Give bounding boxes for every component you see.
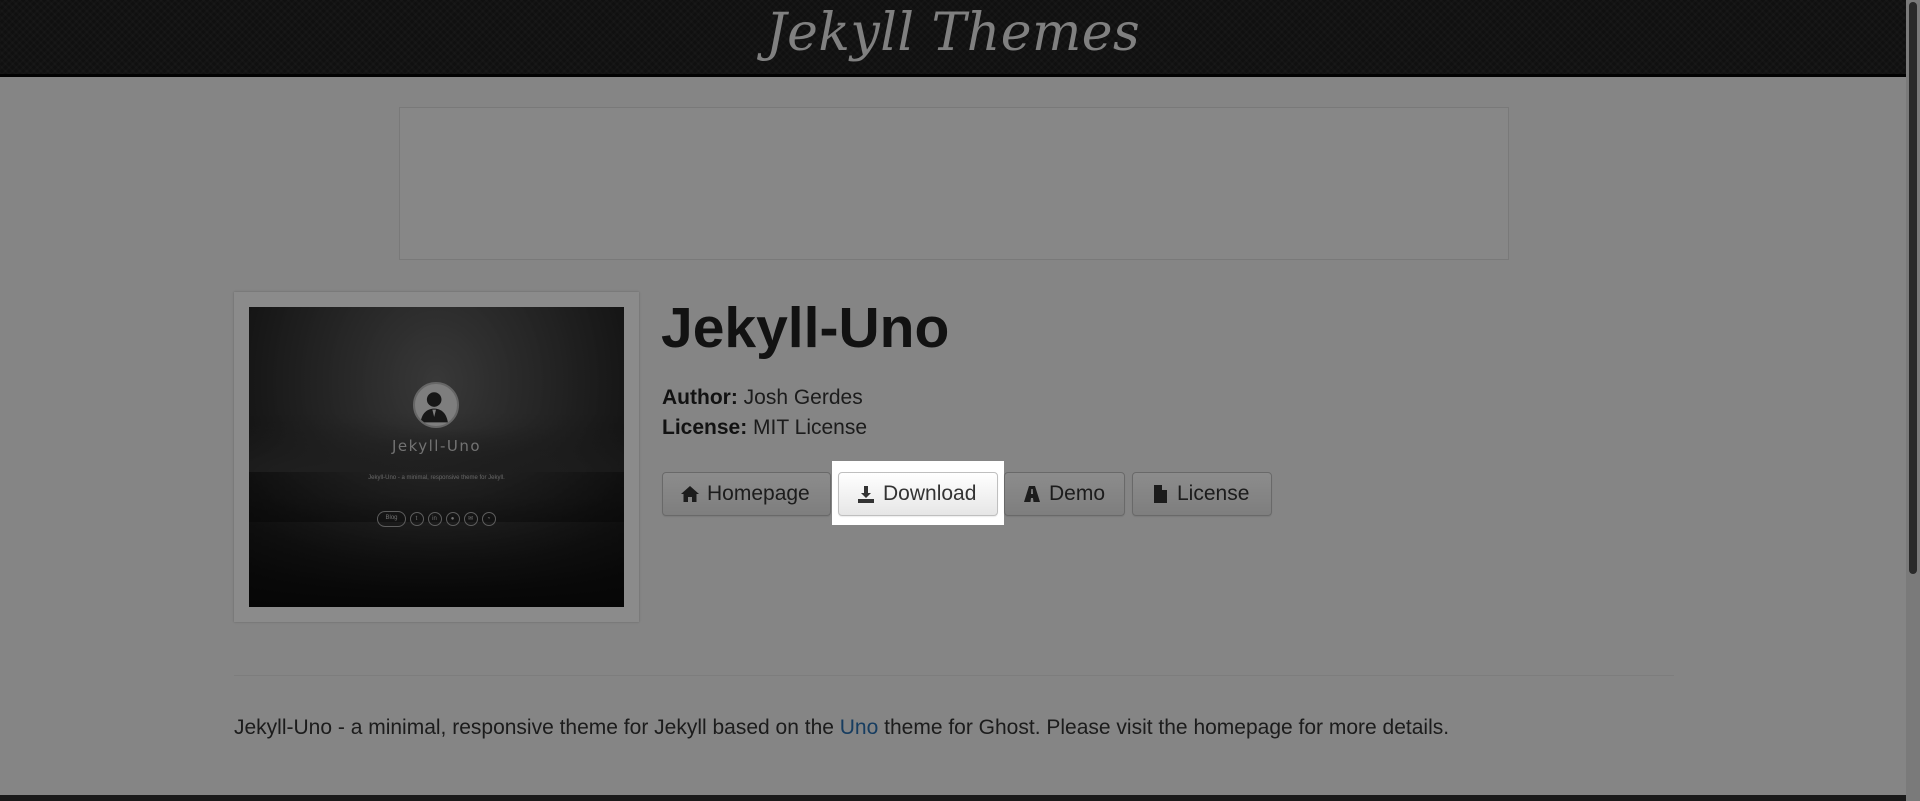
download-button[interactable]: Download	[838, 472, 998, 516]
license-button[interactable]: License	[1132, 472, 1272, 516]
theme-thumbnail[interactable]: Jekyll-Uno Jekyll-Uno - a minimal, respo…	[249, 307, 624, 607]
road-icon	[1024, 486, 1040, 502]
page-scrollbar[interactable]	[1906, 0, 1920, 801]
twitter-icon: t	[409, 512, 424, 526]
avatar-icon	[413, 382, 459, 428]
ad-banner-slot	[399, 107, 1509, 260]
theme-author-line: Author: Josh Gerdes	[662, 386, 863, 410]
description-text-after: theme for Ghost. Please visit the homepa…	[878, 716, 1450, 739]
github-icon: ●	[445, 512, 460, 526]
theme-description: Jekyll-Uno - a minimal, responsive theme…	[234, 716, 1449, 740]
rss-icon: ◔	[481, 512, 496, 526]
uno-link[interactable]: Uno	[840, 716, 879, 739]
scrollbar-thumb[interactable]	[1909, 2, 1917, 574]
license-button-label: License	[1177, 482, 1250, 505]
thumbnail-blog-pill: Blog	[377, 511, 406, 527]
thumbnail-links: Blog t in ● ✉ ◔	[249, 511, 624, 527]
linkedin-icon: in	[427, 512, 442, 526]
theme-thumbnail-frame: Jekyll-Uno Jekyll-Uno - a minimal, respo…	[234, 292, 639, 622]
home-icon	[681, 486, 699, 502]
download-button-label: Download	[883, 482, 977, 505]
thumbnail-title: Jekyll-Uno	[391, 437, 482, 455]
file-icon	[1154, 485, 1167, 503]
bottom-strip	[0, 795, 1906, 801]
section-divider	[234, 675, 1674, 676]
site-brand-link[interactable]: Jekyll Themes	[0, 0, 1906, 66]
description-text-before: Jekyll-Uno - a minimal, responsive theme…	[234, 716, 840, 739]
navbar: Jekyll Themes	[0, 0, 1906, 77]
author-label: Author:	[662, 386, 738, 409]
thumbnail-subtitle: Jekyll-Uno - a minimal, responsive theme…	[368, 475, 505, 481]
mail-icon: ✉	[463, 512, 478, 526]
homepage-button[interactable]: Homepage	[662, 472, 831, 516]
download-icon	[858, 486, 874, 503]
homepage-button-label: Homepage	[707, 482, 810, 505]
theme-license-line: License: MIT License	[662, 416, 867, 440]
author-value: Josh Gerdes	[743, 386, 863, 409]
license-label: License:	[662, 416, 748, 439]
demo-button-label: Demo	[1049, 482, 1106, 505]
theme-title: Jekyll-Uno	[661, 296, 950, 360]
demo-button[interactable]: Demo	[1004, 472, 1125, 516]
license-value: MIT License	[753, 416, 868, 439]
